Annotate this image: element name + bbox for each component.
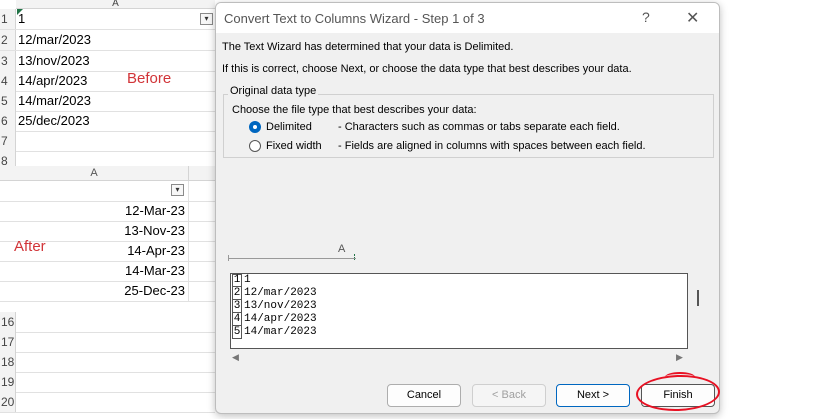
ruler-tick [354, 254, 357, 260]
table-row[interactable]: 1 1 ▾ [0, 9, 215, 30]
before-spreadsheet: A 1 1 ▾ 2 12/mar/2023 3 13/nov/2023 4 14… [0, 0, 215, 166]
filter-dropdown-icon[interactable]: ▾ [171, 184, 184, 196]
choose-file-type-label: Choose the file type that best describes… [232, 104, 477, 116]
row-number[interactable]: 19 [0, 372, 16, 392]
table-row[interactable]: ▾ [0, 181, 222, 202]
preview-row-text: 14/mar/2023 [244, 326, 317, 338]
data-preview[interactable]: 1 1 2 12/mar/2023 3 13/nov/2023 4 14/apr… [230, 273, 688, 349]
cell-value[interactable]: 12/mar/2023 [18, 30, 91, 50]
row-number[interactable]: 17 [0, 332, 16, 352]
cell-value[interactable]: 12-Mar-23 [0, 201, 185, 221]
lower-spreadsheet-rows: 16 17 18 19 20 [0, 312, 215, 419]
cell-value[interactable]: 1 [18, 9, 25, 29]
column-header-a[interactable]: A [16, 0, 215, 9]
table-row[interactable]: 17 [0, 332, 215, 353]
cell-value[interactable]: 14/mar/2023 [18, 91, 91, 111]
ruler-line [228, 258, 356, 259]
preview-row-number: 4 [232, 313, 242, 326]
row-number[interactable]: 7 [0, 131, 16, 151]
vertical-scrollbar-thumb[interactable] [697, 290, 699, 306]
scroll-left-icon[interactable]: ◀ [232, 352, 239, 363]
group-legend: Original data type [228, 85, 319, 97]
scroll-right-icon[interactable]: ▶ [676, 352, 683, 363]
table-row[interactable]: 20 [0, 392, 215, 413]
ruler-column-label: A [338, 243, 346, 255]
table-row[interactable]: 18 [0, 352, 215, 373]
horizontal-scrollbar[interactable]: ◀ ▶ [230, 352, 688, 364]
preview-row-number: 2 [232, 287, 242, 300]
preview-row-number: 3 [232, 300, 242, 313]
preview-ruler[interactable]: A [228, 243, 356, 263]
next-button[interactable]: Next > [556, 384, 630, 407]
row-number[interactable]: 5 [0, 91, 16, 111]
column-header-a[interactable]: A [0, 166, 188, 180]
cell-value[interactable]: 14/apr/2023 [18, 71, 87, 91]
preview-row-number: 5 [232, 326, 242, 339]
highlight-stroke [665, 372, 695, 382]
radio-description: - Fields are aligned in columns with spa… [338, 140, 646, 152]
table-row[interactable]: 3 13/nov/2023 [0, 51, 215, 72]
cell-value[interactable]: 25/dec/2023 [18, 111, 90, 131]
row-number[interactable]: 16 [0, 312, 16, 332]
preview-row-text: 1 [244, 274, 251, 286]
radio-label[interactable]: Fixed width [266, 140, 322, 152]
dialog-title: Convert Text to Columns Wizard - Step 1 … [224, 11, 485, 26]
row-number[interactable]: 18 [0, 352, 16, 372]
column-divider [188, 241, 189, 261]
cancel-button[interactable]: Cancel [387, 384, 461, 407]
table-row[interactable]: 5 14/mar/2023 [0, 91, 215, 112]
preview-row-text: 13/nov/2023 [244, 300, 317, 312]
back-button[interactable]: < Back [472, 384, 546, 407]
table-row[interactable]: 12-Mar-23 [0, 201, 222, 222]
preview-row-number: 1 [232, 274, 242, 287]
row-number[interactable]: 4 [0, 71, 16, 91]
detection-message: The Text Wizard has determined that your… [222, 41, 514, 53]
column-divider [188, 181, 189, 201]
table-row[interactable]: 4 14/apr/2023 [0, 71, 215, 92]
dialog-titlebar[interactable]: Convert Text to Columns Wizard - Step 1 … [216, 3, 719, 33]
table-row[interactable]: 25-Dec-23 [0, 281, 222, 302]
preview-row-text: 14/apr/2023 [244, 313, 317, 325]
row-number[interactable]: 20 [0, 392, 16, 412]
table-row[interactable]: 19 [0, 372, 215, 393]
cell-value[interactable]: 25-Dec-23 [0, 281, 185, 301]
row-number[interactable]: 1 [0, 9, 16, 29]
column-divider [188, 281, 189, 301]
before-annotation: Before [127, 70, 172, 87]
column-header-row: A B [0, 166, 222, 181]
cell-value[interactable]: 14-Mar-23 [0, 261, 185, 281]
radio-description: - Characters such as commas or tabs sepa… [338, 121, 620, 133]
close-icon[interactable]: ✕ [686, 8, 699, 28]
column-divider [188, 201, 189, 221]
table-row[interactable]: 7 [0, 131, 215, 152]
row-number[interactable]: 6 [0, 111, 16, 131]
column-divider [188, 221, 189, 241]
preview-row-text: 12/mar/2023 [244, 287, 317, 299]
table-row[interactable]: 6 25/dec/2023 [0, 111, 215, 132]
table-row[interactable]: 8 [0, 151, 215, 166]
table-row[interactable]: 16 [0, 312, 215, 333]
radio-unselected-icon[interactable] [249, 140, 261, 152]
row-number[interactable]: 2 [0, 30, 16, 50]
help-icon[interactable]: ? [642, 9, 650, 25]
row-number[interactable]: 3 [0, 51, 16, 71]
after-annotation: After [14, 238, 46, 255]
table-row[interactable]: 2 12/mar/2023 [0, 30, 215, 51]
column-divider [188, 261, 189, 281]
row-number[interactable]: 8 [0, 151, 16, 166]
cell-value[interactable]: 13/nov/2023 [18, 51, 90, 71]
radio-label[interactable]: Delimited [266, 121, 312, 133]
instruction-message: If this is correct, choose Next, or choo… [222, 63, 632, 75]
text-to-columns-dialog: Convert Text to Columns Wizard - Step 1 … [215, 2, 720, 414]
filter-dropdown-icon[interactable]: ▾ [200, 13, 213, 25]
table-row[interactable]: 14-Mar-23 [0, 261, 222, 282]
radio-selected-icon[interactable] [249, 121, 261, 133]
